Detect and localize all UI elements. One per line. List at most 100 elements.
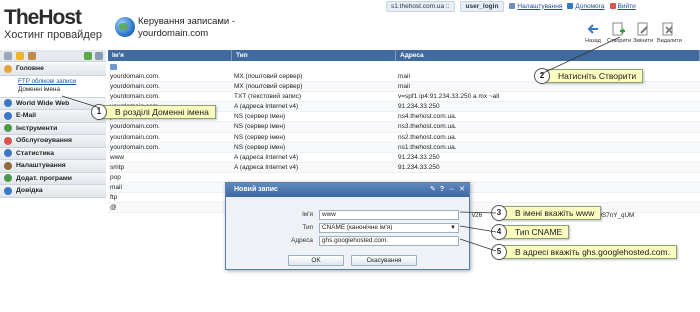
sidebar-section-help[interactable]: Довідка <box>0 185 106 198</box>
sidebar-section-maintenance[interactable]: Обслуговування <box>0 135 106 148</box>
table-cell-partial: v26 <box>472 212 483 219</box>
expand-all-icon[interactable] <box>84 52 92 60</box>
sidebar-section-apps[interactable]: Додат. програми <box>0 172 106 185</box>
list-icon[interactable] <box>4 52 12 60</box>
cell-address: 91.234.33.250 <box>398 103 440 111</box>
table-row[interactable]: www A (адреса Internet v4) 91.234.33.250 <box>108 153 700 163</box>
table-header: Ім'я Тип Адреса <box>108 50 700 61</box>
sidebar-section-label: Обслуговування <box>16 137 72 145</box>
cell-type: A (адреса Internet v4) <box>234 163 299 171</box>
settings-link-label: Налаштування <box>517 2 563 10</box>
server-label: s1.thehost.com.ua :: <box>386 0 455 12</box>
column-header-address[interactable]: Адреса <box>396 50 700 61</box>
sidebar-section-statistics[interactable]: Статистика <box>0 147 106 160</box>
cell-address: 91.234.33.250 <box>398 163 440 171</box>
cell-name: yourdomain.com. <box>110 83 160 91</box>
favorites-star-icon[interactable] <box>16 52 24 60</box>
callout-number: 4 <box>491 224 507 240</box>
settings-link[interactable]: Налаштування <box>509 3 562 10</box>
maintenance-icon <box>4 136 12 145</box>
table-row[interactable]: yourdomain.com. NS (сервер імен) ns1.theho… <box>108 142 700 153</box>
table-row[interactable]: yourdomain.com. NS (сервер імен) ns3.theho… <box>108 122 700 133</box>
callout-5: 5 В адресі вкажіть ghs.googlehosted.com. <box>491 244 677 260</box>
callout-text: В адресі вкажіть ghs.googlehosted.com. <box>515 247 670 257</box>
help-icon[interactable]: ? <box>440 183 444 197</box>
cell-name: www <box>110 153 125 161</box>
help-link[interactable]: Допомога <box>567 2 605 10</box>
cell-address: ns2.thehost.com.ua. <box>398 133 457 141</box>
cell-type: NS (сервер імен) <box>234 113 286 121</box>
sidebar-section-main[interactable]: Головне <box>0 63 106 76</box>
delete-button[interactable]: Видалити <box>657 22 682 44</box>
sidebar-section-www[interactable]: World Wide Web <box>0 97 106 110</box>
sidebar-section-label: Додат. програми <box>16 174 72 182</box>
callout-text: В імені вкажіть www <box>515 208 595 218</box>
address-input[interactable]: ghs.googlehosted.com. <box>319 236 459 246</box>
cell-address: v=spf1 ip4:91.234.33.250 a mx ~all <box>398 93 500 101</box>
resize-icon[interactable]: ⇔ <box>448 183 455 197</box>
callout-text: В розділі Доменні імена <box>115 107 209 117</box>
logout-link-label: Вийти <box>617 2 636 10</box>
type-select[interactable]: CNAME (канонічне ім'я) ▼ <box>319 223 459 233</box>
cell-type: MX (поштовий сервер) <box>234 73 303 80</box>
table-row[interactable]: smtp A (адреса Internet v4) 91.234.33.250 <box>108 162 700 173</box>
cell-name: yourdomain.com. <box>110 123 160 131</box>
cell-type: A (адреса Internet v4) <box>234 153 299 161</box>
cell-name: yourdomain.com. <box>110 93 160 101</box>
cell-name: yourdomain.com. <box>110 73 160 80</box>
create-button-label: Створити <box>607 38 632 44</box>
pencil-icon[interactable] <box>28 52 36 60</box>
name-label: Ім'я <box>302 211 313 218</box>
callout-1: 1 В розділі Доменні імена <box>91 104 216 120</box>
column-header-name[interactable]: Ім'я <box>108 50 232 61</box>
address-label: Адреса <box>291 237 313 244</box>
help-icon <box>4 186 12 195</box>
help-link-label: Допомога <box>575 2 605 10</box>
page-title: Керування записами - yourdomain.com <box>138 16 236 39</box>
table-row[interactable]: yourdomain.com. TXT (текстовий запис) v=sp… <box>108 92 700 103</box>
name-input[interactable]: www <box>319 210 459 220</box>
statistics-icon <box>4 149 12 158</box>
sidebar-item-domain-names[interactable]: Доменні імена <box>18 86 106 95</box>
delete-button-label: Видалити <box>657 38 682 44</box>
logo: TheHost Хостинг провайдер <box>4 6 102 42</box>
name-row: Ім'я www <box>226 210 471 220</box>
table-row[interactable]: yourdomain.com. NS (сервер імен) ns2.theho… <box>108 133 700 143</box>
address-row: Адреса ghs.googlehosted.com. <box>226 236 471 246</box>
logout-link[interactable]: Вийти <box>609 2 636 10</box>
logo-text: TheHost <box>4 6 82 29</box>
cell-name: @ <box>110 204 117 212</box>
table-row[interactable]: yourdomain.com. MX (поштовий сервер) mail <box>108 82 700 93</box>
edit-button-label: Змінити <box>632 38 654 44</box>
cell-type: TXT (текстовий запис) <box>234 93 302 101</box>
ok-button[interactable]: OK <box>288 255 344 266</box>
callout-3: 3 В імені вкажіть www <box>491 205 602 221</box>
sidebar-section-label: Інструменти <box>16 124 58 132</box>
cell-name: mail <box>110 184 122 192</box>
create-button[interactable]: Створити <box>607 22 632 44</box>
create-icon <box>611 22 625 36</box>
settings-icon <box>509 3 516 9</box>
cancel-button[interactable]: Скасування <box>351 255 417 266</box>
cell-address: ns4.thehost.com.ua. <box>398 113 457 121</box>
dialog-titlebar[interactable]: Новий запис ✎ ? ⇔ ✕ <box>226 183 469 197</box>
cell-address <box>396 173 700 182</box>
back-button[interactable]: Назад <box>582 22 604 44</box>
logout-icon <box>609 3 616 9</box>
cell-address: ns3.thehost.com.ua. <box>398 123 457 131</box>
close-icon[interactable]: ✕ <box>459 183 465 197</box>
edit-button[interactable]: Змінити <box>632 22 654 44</box>
sidebar-section-label: E-Mail <box>16 112 37 120</box>
pin-icon[interactable]: ✎ <box>430 183 436 197</box>
sidebar-section-settings[interactable]: Налаштування <box>0 160 106 173</box>
collapse-all-icon[interactable] <box>95 52 103 60</box>
column-header-type[interactable]: Тип <box>232 50 396 61</box>
user-login[interactable]: user_login <box>459 0 505 12</box>
sidebar-section-tools[interactable]: Інструменти <box>0 122 106 135</box>
dialog-title: Новий запис <box>234 186 278 193</box>
help-icon <box>567 3 574 9</box>
cell-name: smtp <box>110 163 125 171</box>
back-arrow-icon <box>586 22 600 36</box>
callout-text: Натисніть Створити <box>558 71 637 81</box>
sidebar-item-ftp-accounts[interactable]: FTP облікові записи <box>18 78 106 87</box>
